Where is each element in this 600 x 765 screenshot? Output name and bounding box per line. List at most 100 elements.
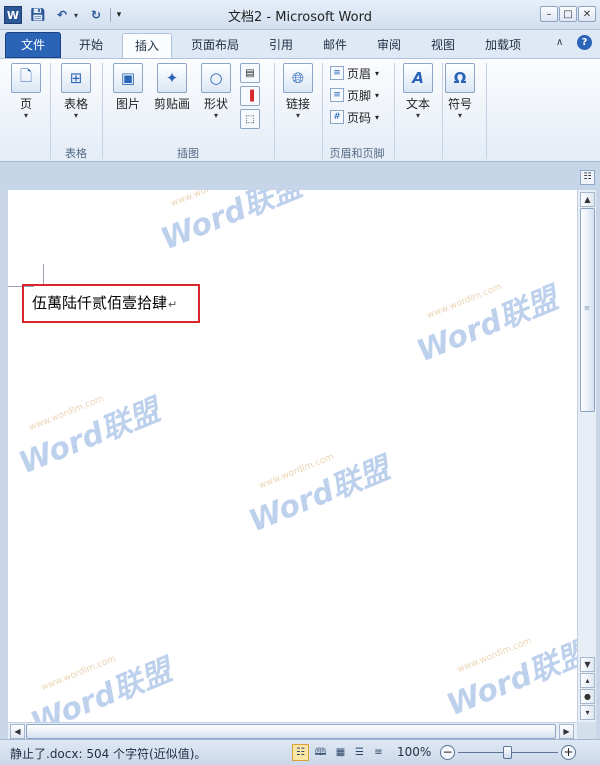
picture-button[interactable]: ▣ 图片 — [106, 63, 150, 111]
tab-insert[interactable]: 插入 — [122, 33, 172, 58]
shapes-icon: ○ — [201, 63, 231, 93]
chevron-down-icon: ▾ — [415, 111, 420, 120]
watermark: www.wordlm.com Word联盟 — [23, 646, 177, 722]
tab-view[interactable]: 视图 — [420, 33, 466, 58]
ruler-toggle-icon[interactable]: ☷ — [580, 170, 595, 185]
minimize-ribbon-icon[interactable]: ∧ — [556, 37, 563, 48]
outline-view-button[interactable]: ☰ — [351, 744, 368, 761]
web-layout-button[interactable]: ▦ — [332, 744, 349, 761]
chevron-down-icon: ▾ — [73, 111, 78, 120]
help-icon[interactable]: ? — [577, 35, 592, 50]
browse-object-button[interactable]: ● — [580, 689, 595, 704]
table-icon: ⊞ — [61, 63, 91, 93]
chevron-down-icon: ▾ — [375, 90, 380, 100]
print-layout-view-button[interactable]: ☷ — [292, 744, 309, 761]
text-button[interactable]: A 文本 ▾ — [396, 63, 440, 121]
tab-file[interactable]: 文件 — [5, 32, 61, 58]
screenshot-icon[interactable]: ⬚ — [240, 109, 260, 129]
links-label: 链接 — [285, 97, 310, 111]
symbols-label: 符号 — [447, 97, 472, 111]
clipart-button[interactable]: ✦ 剪贴画 — [150, 63, 194, 111]
shapes-button[interactable]: ○ 形状 ▾ — [194, 63, 238, 121]
document-page[interactable]: 伍萬陆仟贰佰壹拾肆↵ www.wordlm.com Word联盟 www.wor… — [8, 190, 577, 722]
omega-icon: Ω — [445, 63, 475, 93]
group-separator — [486, 63, 487, 159]
picture-icon: ▣ — [113, 63, 143, 93]
header-icon: ≡ — [330, 66, 344, 80]
tab-review[interactable]: 审阅 — [366, 33, 412, 58]
chevron-down-icon: ▾ — [23, 111, 28, 120]
horizontal-scrollbar[interactable]: ◀ ▶ — [8, 722, 577, 739]
watermark-text: Word联盟 — [26, 653, 177, 722]
page-number-label: 页码 — [347, 110, 372, 125]
document-top-band — [0, 162, 600, 190]
text-icon: A — [403, 63, 433, 93]
vertical-scroll-thumb[interactable]: ≡ — [580, 208, 595, 412]
close-button[interactable]: ✕ — [578, 6, 596, 22]
tab-page-layout[interactable]: 页面布局 — [180, 33, 250, 58]
scroll-left-button[interactable]: ◀ — [10, 724, 25, 739]
symbols-button[interactable]: Ω 符号 ▾ — [438, 63, 482, 121]
zoom-out-button[interactable]: − — [440, 745, 455, 760]
watermark-url: www.wordlm.com — [170, 190, 248, 209]
zoom-in-button[interactable]: + — [561, 745, 576, 760]
horizontal-scroll-thumb[interactable] — [26, 724, 556, 739]
zoom-slider-thumb[interactable] — [503, 746, 512, 759]
ribbon-tab-bar: 文件 开始 插入 页面布局 引用 邮件 审阅 视图 加载项 — [0, 30, 600, 58]
status-bar: 静止了.docx: 504 个字符(近似值)。 ☷ 🕮︎ ▦ ☰ ≡ 100% … — [0, 739, 600, 765]
group-label-header-footer: 页眉和页脚 — [329, 147, 385, 160]
ribbon-insert: 🗋︎ 页 ▾ ⊞ 表格 ▾ 表格 ▣ 图片 ✦ 剪贴画 ○ 形状 ▾ ▤ ▐ ⬚… — [0, 58, 600, 162]
status-message: 静止了.docx: 504 个字符(近似值)。 — [10, 747, 207, 761]
vertical-scrollbar[interactable]: ▲ ≡ ▼ ▴ ● ▾ — [577, 190, 596, 722]
chevron-down-icon: ▾ — [375, 112, 380, 122]
scroll-right-button[interactable]: ▶ — [559, 724, 574, 739]
chevron-down-icon: ▾ — [213, 111, 218, 120]
watermark-text: Word联盟 — [412, 281, 563, 370]
watermark-text: Word联盟 — [156, 190, 307, 258]
minimize-button[interactable]: – — [540, 6, 558, 22]
scrollbar-corner — [577, 722, 596, 739]
next-page-button[interactable]: ▾ — [580, 705, 595, 720]
watermark: www.wordlm.com Word联盟 — [241, 444, 395, 540]
watermark-text: Word联盟 — [442, 635, 577, 722]
paragraph-mark-icon: ↵ — [168, 298, 178, 311]
group-separator — [102, 63, 103, 159]
watermark-url: www.wordlm.com — [39, 654, 118, 694]
watermark-text: Word联盟 — [244, 451, 395, 540]
tab-home[interactable]: 开始 — [68, 33, 114, 58]
draft-view-button[interactable]: ≡ — [370, 744, 387, 761]
header-label: 页眉 — [347, 66, 372, 81]
header-button[interactable]: ≡ 页眉 ▾ — [330, 63, 379, 83]
zoom-level[interactable]: 100% — [397, 745, 431, 759]
watermark: www.wordlm.com Word联盟 — [409, 274, 563, 370]
maximize-button[interactable]: □ — [559, 6, 577, 22]
scroll-down-button[interactable]: ▼ — [580, 657, 595, 672]
document-paragraph[interactable]: 伍萬陆仟贰佰壹拾肆↵ — [32, 292, 177, 313]
tab-references[interactable]: 引用 — [258, 33, 304, 58]
watermark-url: www.wordlm.com — [455, 636, 534, 676]
chart-icon[interactable]: ▐ — [240, 86, 260, 106]
tab-mailings[interactable]: 邮件 — [312, 33, 358, 58]
watermark: www.wordlm.com Word联盟 — [439, 628, 577, 722]
watermark-text: Word联盟 — [14, 393, 165, 482]
group-label-table: 表格 — [65, 147, 87, 160]
footer-button[interactable]: ≡ 页脚 ▾ — [330, 85, 379, 105]
group-separator — [394, 63, 395, 159]
tab-addins[interactable]: 加载项 — [474, 33, 532, 58]
page-number-button[interactable]: # 页码 ▾ — [330, 107, 379, 127]
watermark: www.wordlm.com Word联盟 — [11, 386, 165, 482]
pages-button[interactable]: 🗋︎ 页 ▾ — [4, 63, 48, 121]
table-button[interactable]: ⊞ 表格 ▾ — [54, 63, 98, 121]
document-text: 伍萬陆仟贰佰壹拾肆 — [32, 294, 168, 312]
links-button[interactable]: 🌐︎ 链接 ▾ — [276, 63, 320, 121]
smartart-icon[interactable]: ▤ — [240, 63, 260, 83]
chevron-down-icon: ▾ — [375, 68, 380, 78]
full-screen-reading-button[interactable]: 🕮︎ — [312, 744, 329, 761]
clipart-label: 剪贴画 — [153, 97, 190, 111]
window-title: 文档2 - Microsoft Word — [228, 10, 372, 25]
scroll-up-button[interactable]: ▲ — [580, 192, 595, 207]
group-separator — [274, 63, 275, 159]
previous-page-button[interactable]: ▴ — [580, 673, 595, 688]
clipart-icon: ✦ — [157, 63, 187, 93]
chevron-down-icon: ▾ — [295, 111, 300, 120]
